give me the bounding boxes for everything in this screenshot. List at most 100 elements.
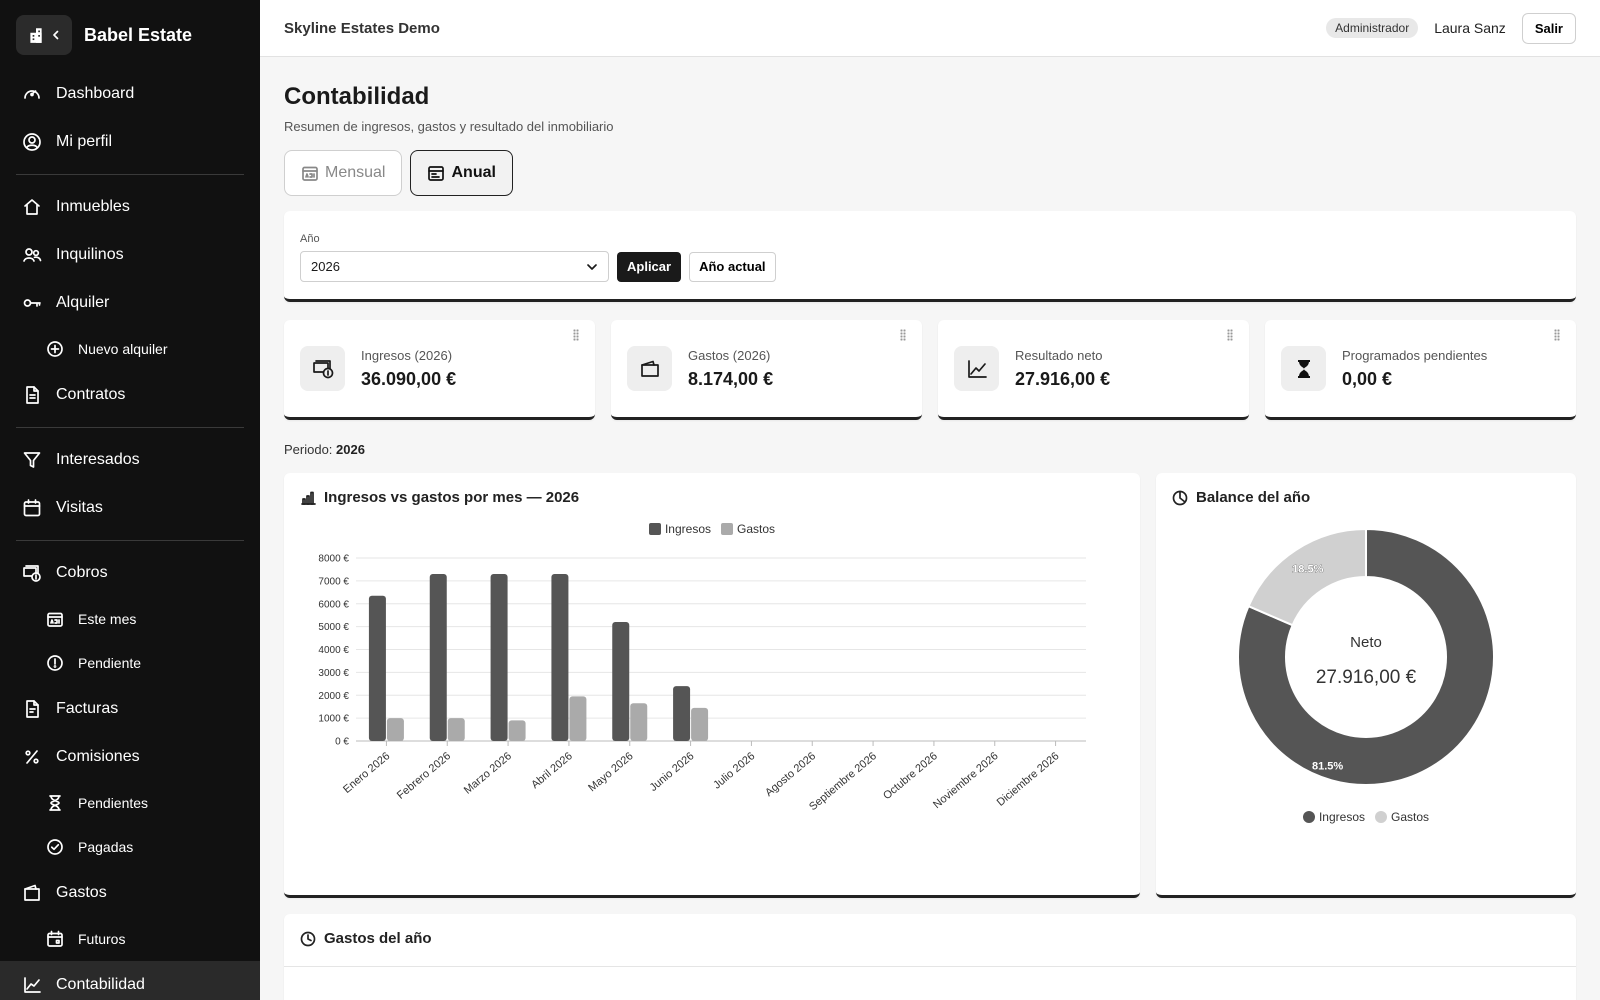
legend-item-ingresos[interactable]: Ingresos <box>1302 810 1365 824</box>
kpi-label: Gastos (2026) <box>688 347 771 363</box>
sidebar-item-label: Mi perfil <box>56 133 113 150</box>
hourglass-icon <box>49 795 61 811</box>
kpi-label: Programados pendientes <box>1342 347 1488 363</box>
bar-chart: 0 € 1000 € 2000 € 3000 € 4000 € 5000 € 6000 € 7… <box>318 554 1086 813</box>
sidebar-item-label: Pagadas <box>78 839 134 855</box>
logout-button[interactable]: Salir <box>1521 12 1576 44</box>
sidebar-nav: Dashboard Mi perfil Inmuebles Inquilinos… <box>0 70 260 1000</box>
legend-item-gastos[interactable]: Gastos <box>1375 810 1429 824</box>
bar-ingresos <box>551 574 569 741</box>
building-icon <box>30 28 42 43</box>
sidebar-item-visitas[interactable]: Visitas <box>0 484 260 532</box>
drag-handle-icon[interactable] <box>900 329 906 341</box>
calendar-month-icon <box>47 612 63 627</box>
sidebar-item-mi-perfil[interactable]: Mi perfil <box>0 118 260 166</box>
y-tick-label: 3000 € <box>318 668 349 679</box>
calendar-range-icon <box>428 166 445 181</box>
year-balance-chart-card: Balance del año 81.5% 18.5% Neto 27.916,00 … <box>1156 473 1576 898</box>
annual-view-button[interactable]: Anual <box>410 150 513 196</box>
legend-label: Gastos <box>737 522 776 536</box>
sidebar-item-label: Futuros <box>78 931 126 947</box>
user-circle-icon <box>23 133 41 151</box>
sidebar-item-interesados[interactable]: Interesados <box>0 436 260 484</box>
sidebar-item-inmuebles[interactable]: Inmuebles <box>0 183 260 231</box>
bar-gastos <box>386 718 404 741</box>
legend-item-gastos[interactable]: Gastos <box>721 522 775 536</box>
chart-title: Ingresos vs gastos por mes — 2026 <box>324 489 580 506</box>
x-tick-label: Septiembre 2026 <box>807 750 879 813</box>
sidebar-item-contratos[interactable]: Contratos <box>0 371 260 419</box>
wallet-icon <box>24 884 40 901</box>
drag-handle-icon[interactable] <box>1227 329 1233 341</box>
sidebar-item-este-mes[interactable]: Este mes <box>0 597 260 641</box>
sidebar-item-label: Contabilidad <box>56 976 145 993</box>
sidebar-item-cobros[interactable]: Cobros <box>0 549 260 597</box>
kpi-label: Resultado neto <box>1015 347 1103 363</box>
bar-gastos <box>508 720 526 741</box>
y-tick-label: 1000 € <box>318 714 349 725</box>
invoice-icon <box>26 700 39 718</box>
period-info: Periodo: 2026 <box>284 442 1576 457</box>
monthly-view-button[interactable]: Mensual <box>284 150 403 196</box>
kpi-card-resultado-neto: Resultado neto 27.916,00 € <box>938 320 1249 420</box>
sidebar-item-pendientes[interactable]: Pendientes <box>0 781 260 825</box>
bar-gastos <box>630 703 648 741</box>
drag-handle-icon[interactable] <box>1554 329 1560 341</box>
bar-gastos <box>447 718 465 741</box>
sidebar-item-label: Interesados <box>56 451 140 468</box>
wallet-icon <box>640 360 659 377</box>
bar-ingresos <box>673 686 691 741</box>
sidebar-item-alquiler[interactable]: Alquiler <box>0 279 260 327</box>
donut-center-value: 27.916,00 € <box>1316 667 1417 688</box>
sidebar-item-nuevo-alquiler[interactable]: Nuevo alquiler <box>0 327 260 371</box>
y-tick-label: 0 € <box>335 737 349 748</box>
x-tick-label: Enero 2026 <box>341 750 392 796</box>
calendar-icon <box>23 499 41 517</box>
sidebar-item-inquilinos[interactable]: Inquilinos <box>0 231 260 279</box>
sidebar-item-futuros[interactable]: Futuros <box>0 917 260 961</box>
sidebar-item-pagadas[interactable]: Pagadas <box>0 825 260 869</box>
y-tick-label: 2000 € <box>318 691 349 702</box>
legend-item-ingresos[interactable]: Ingresos <box>648 522 711 536</box>
sidebar-item-label: Facturas <box>56 700 119 717</box>
sidebar-item-pendiente[interactable]: Pendiente <box>0 641 260 685</box>
donut-center-label: Neto <box>1350 634 1382 651</box>
funnel-icon <box>23 452 41 468</box>
bar-ingresos <box>490 574 508 741</box>
year-select-value: 2026 <box>311 259 340 274</box>
sidebar-item-facturas[interactable]: Facturas <box>0 685 260 733</box>
y-tick-label: 5000 € <box>318 622 349 633</box>
sidebar-item-dashboard[interactable]: Dashboard <box>0 70 260 118</box>
sidebar-item-label: Gastos <box>56 884 107 901</box>
y-tick-label: 7000 € <box>318 576 349 587</box>
sidebar-item-contabilidad[interactable]: Contabilidad <box>0 961 260 1000</box>
apply-button[interactable]: Aplicar <box>617 251 682 282</box>
legend-label: Ingresos <box>1318 810 1365 824</box>
charts-row: Ingresos vs gastos por mes — 2026 Ingres… <box>284 473 1576 898</box>
drag-handle-icon[interactable] <box>573 329 579 341</box>
exclamation-circle-icon <box>47 655 63 671</box>
year-select[interactable]: 2026 <box>300 251 609 282</box>
slice-data-label: 18.5% <box>1292 563 1323 575</box>
brand-name: Babel Estate <box>84 24 193 45</box>
bar-ingresos <box>612 622 630 741</box>
main-content: Contabilidad Resumen de ingresos, gastos… <box>260 57 1600 1000</box>
legend-label: Gastos <box>1391 810 1430 824</box>
x-tick-label: Agosto 2026 <box>763 750 818 799</box>
sidebar-item-label: Este mes <box>78 611 137 627</box>
page-title: Contabilidad <box>284 83 430 110</box>
cash-stack-icon <box>23 565 41 582</box>
sidebar-item-comisiones[interactable]: Comisiones <box>0 733 260 781</box>
sidebar-item-label: Comisiones <box>56 748 140 765</box>
sidebar-item-gastos[interactable]: Gastos <box>0 869 260 917</box>
kpi-label: Ingresos (2026) <box>361 347 453 363</box>
chart-title: Balance del año <box>1196 489 1311 506</box>
collapse-sidebar-button[interactable] <box>16 15 72 55</box>
legend-dot-gastos <box>1375 811 1387 823</box>
legend-label: Ingresos <box>664 522 711 536</box>
pie-chart-icon <box>1172 490 1188 505</box>
current-year-button[interactable]: Año actual <box>689 251 776 282</box>
sidebar-item-label: Cobros <box>56 564 108 581</box>
kpi-card-gastos: Gastos (2026) 8.174,00 € <box>611 320 922 420</box>
slice-data-label: 81.5% <box>1312 760 1343 772</box>
